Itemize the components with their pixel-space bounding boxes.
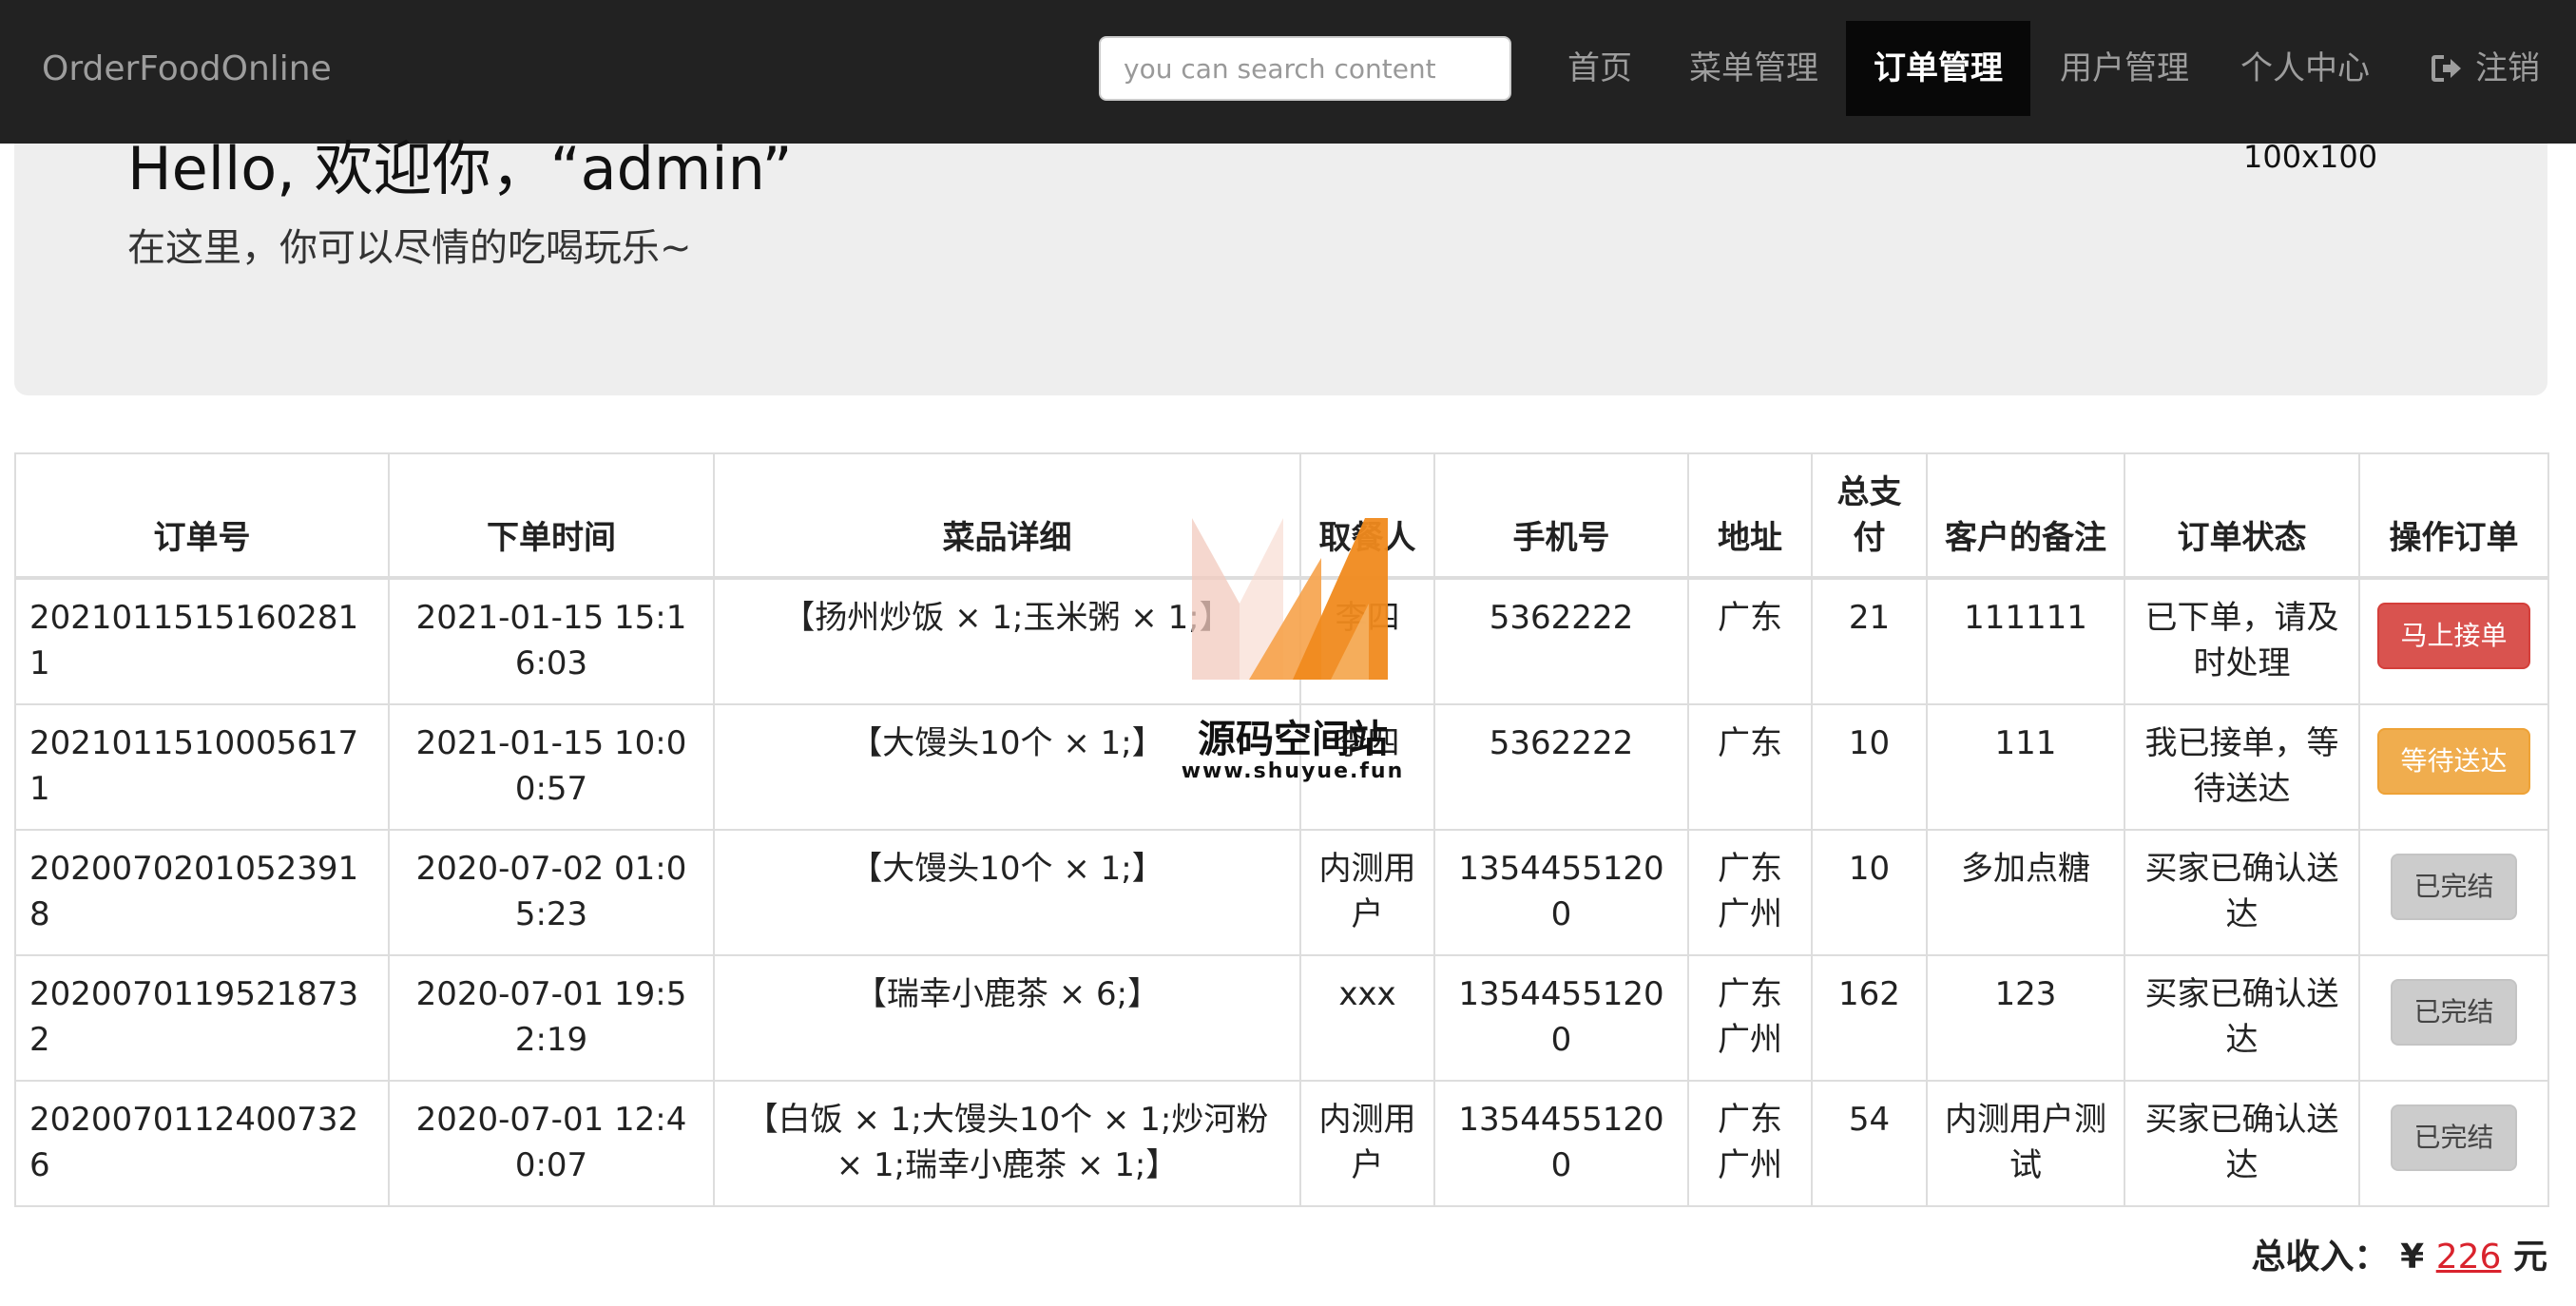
nav-item-home[interactable]: 首页	[1546, 21, 1654, 116]
welcome-heading: Hello, 欢迎你，“admin”	[127, 134, 793, 203]
dish-details-cell: 【瑞幸小鹿茶 × 6;】	[713, 954, 1301, 1082]
receiver-cell: 李四	[1299, 577, 1435, 705]
address-cell: 广东广州	[1687, 954, 1813, 1082]
order-time-cell: 2020-07-01 12:40:07	[388, 1080, 715, 1207]
phone-cell: 5362222	[1433, 577, 1689, 705]
table-row: 20200701195218732 2020-07-01 19:52:19 【瑞…	[14, 954, 2549, 1082]
status-cell: 买家已确认送达	[2124, 829, 2360, 956]
orders-table: 订单号 下单时间 菜品详细 取餐人 手机号 地址 总支付 客户的备注 订单状态 …	[14, 452, 2549, 1207]
welcome-subtitle: 在这里，你可以尽情的吃喝玩乐~	[127, 226, 692, 270]
phone-cell: 13544551200	[1433, 954, 1689, 1082]
table-row: 20210115100056171 2021-01-15 10:00:57 【大…	[14, 703, 2549, 831]
status-cell: 买家已确认送达	[2124, 1080, 2360, 1207]
receiver-cell: 李四	[1299, 703, 1435, 831]
action-cell: 等待送达	[2358, 703, 2549, 831]
column-header-receiver: 取餐人	[1299, 452, 1435, 580]
column-header-order-status: 订单状态	[2124, 452, 2360, 580]
dish-details-cell: 【扬州炒饭 × 1;玉米粥 × 1;】	[713, 577, 1301, 705]
total-cell: 10	[1811, 829, 1928, 956]
table-row: 20200701124007326 2020-07-01 12:40:07 【白…	[14, 1080, 2549, 1207]
status-cell: 买家已确认送达	[2124, 954, 2360, 1082]
address-cell: 广东广州	[1687, 1080, 1813, 1207]
receiver-cell: xxx	[1299, 954, 1435, 1082]
total-cell: 162	[1811, 954, 1928, 1082]
awaiting-delivery-button[interactable]: 等待送达	[2377, 728, 2530, 795]
nav-item-personal-center[interactable]: 个人中心	[2224, 21, 2386, 116]
nav-item-menu-management[interactable]: 菜单管理	[1673, 21, 1835, 116]
accept-order-button[interactable]: 马上接单	[2377, 603, 2530, 669]
total-income: 总收入： ¥ 226 元	[2252, 1234, 2547, 1281]
note-cell: 111	[1926, 703, 2125, 831]
address-cell: 广东	[1687, 703, 1813, 831]
column-header-dish-details: 菜品详细	[713, 452, 1301, 580]
column-header-order-no: 订单号	[14, 452, 390, 580]
dish-details-cell: 【大馒头10个 × 1;】	[713, 829, 1301, 956]
status-cell: 已下单，请及时处理	[2124, 577, 2360, 705]
address-cell: 广东广州	[1687, 829, 1813, 956]
column-header-order-time: 下单时间	[388, 452, 715, 580]
total-income-amount: 226	[2435, 1238, 2502, 1277]
dish-details-cell: 【大馒头10个 × 1;】	[713, 703, 1301, 831]
order-time-cell: 2020-07-01 19:52:19	[388, 954, 715, 1082]
action-cell: 已完结	[2358, 1080, 2549, 1207]
nav-item-order-management[interactable]: 订单管理	[1846, 21, 2030, 116]
address-cell: 广东	[1687, 577, 1813, 705]
total-cell: 10	[1811, 703, 1928, 831]
order-time-cell: 2020-07-02 01:05:23	[388, 829, 715, 956]
completed-button[interactable]: 已完结	[2391, 854, 2517, 920]
column-header-operation: 操作订单	[2358, 452, 2549, 580]
avatar-placeholder: 100x100	[2243, 139, 2378, 175]
total-cell: 21	[1811, 577, 1928, 705]
receiver-cell: 内测用户	[1299, 829, 1435, 956]
order-no-cell: 20200701124007326	[14, 1080, 390, 1207]
action-cell: 已完结	[2358, 954, 2549, 1082]
table-header-row: 订单号 下单时间 菜品详细 取餐人 手机号 地址 总支付 客户的备注 订单状态 …	[14, 452, 2549, 580]
order-time-cell: 2021-01-15 10:00:57	[388, 703, 715, 831]
sign-out-icon	[2432, 54, 2464, 83]
column-header-customer-note: 客户的备注	[1926, 452, 2125, 580]
note-cell: 123	[1926, 954, 2125, 1082]
note-cell: 内测用户测试	[1926, 1080, 2125, 1207]
logout-label: 注销	[2475, 49, 2540, 87]
total-cell: 54	[1811, 1080, 1928, 1207]
action-cell: 已完结	[2358, 829, 2549, 956]
action-cell: 马上接单	[2358, 577, 2549, 705]
table-row: 20210115151602811 2021-01-15 15:16:03 【扬…	[14, 577, 2549, 705]
status-cell: 我已接单，等待送达	[2124, 703, 2360, 831]
table-row: 20200702010523918 2020-07-02 01:05:23 【大…	[14, 829, 2549, 956]
brand-logo[interactable]: OrderFoodOnline	[42, 0, 332, 139]
dish-details-cell: 【白饭 × 1;大馒头10个 × 1;炒河粉 × 1;瑞幸小鹿茶 × 1;】	[713, 1080, 1301, 1207]
order-time-cell: 2021-01-15 15:16:03	[388, 577, 715, 705]
currency-symbol: ¥	[2400, 1238, 2425, 1277]
note-cell: 多加点糖	[1926, 829, 2125, 956]
column-header-total: 总支付	[1811, 452, 1928, 580]
completed-button[interactable]: 已完结	[2391, 1104, 2517, 1171]
logout-button[interactable]: 注销	[2414, 21, 2557, 116]
phone-cell: 13544551200	[1433, 829, 1689, 956]
column-header-phone: 手机号	[1433, 452, 1689, 580]
nav-item-user-management[interactable]: 用户管理	[2044, 21, 2205, 116]
order-no-cell: 20210115151602811	[14, 577, 390, 705]
order-no-cell: 20210115100056171	[14, 703, 390, 831]
receiver-cell: 内测用户	[1299, 1080, 1435, 1207]
column-header-address: 地址	[1687, 452, 1813, 580]
total-income-label: 总收入：	[2251, 1238, 2389, 1277]
phone-cell: 5362222	[1433, 703, 1689, 831]
top-navbar: OrderFoodOnline 首页 菜单管理 订单管理 用户管理 个人中心 注…	[0, 0, 2576, 144]
order-no-cell: 20200701195218732	[14, 954, 390, 1082]
completed-button[interactable]: 已完结	[2391, 979, 2517, 1046]
search-input[interactable]	[1099, 36, 1511, 101]
note-cell: 111111	[1926, 577, 2125, 705]
currency-unit: 元	[2512, 1238, 2547, 1277]
phone-cell: 13544551200	[1433, 1080, 1689, 1207]
order-no-cell: 20200702010523918	[14, 829, 390, 956]
